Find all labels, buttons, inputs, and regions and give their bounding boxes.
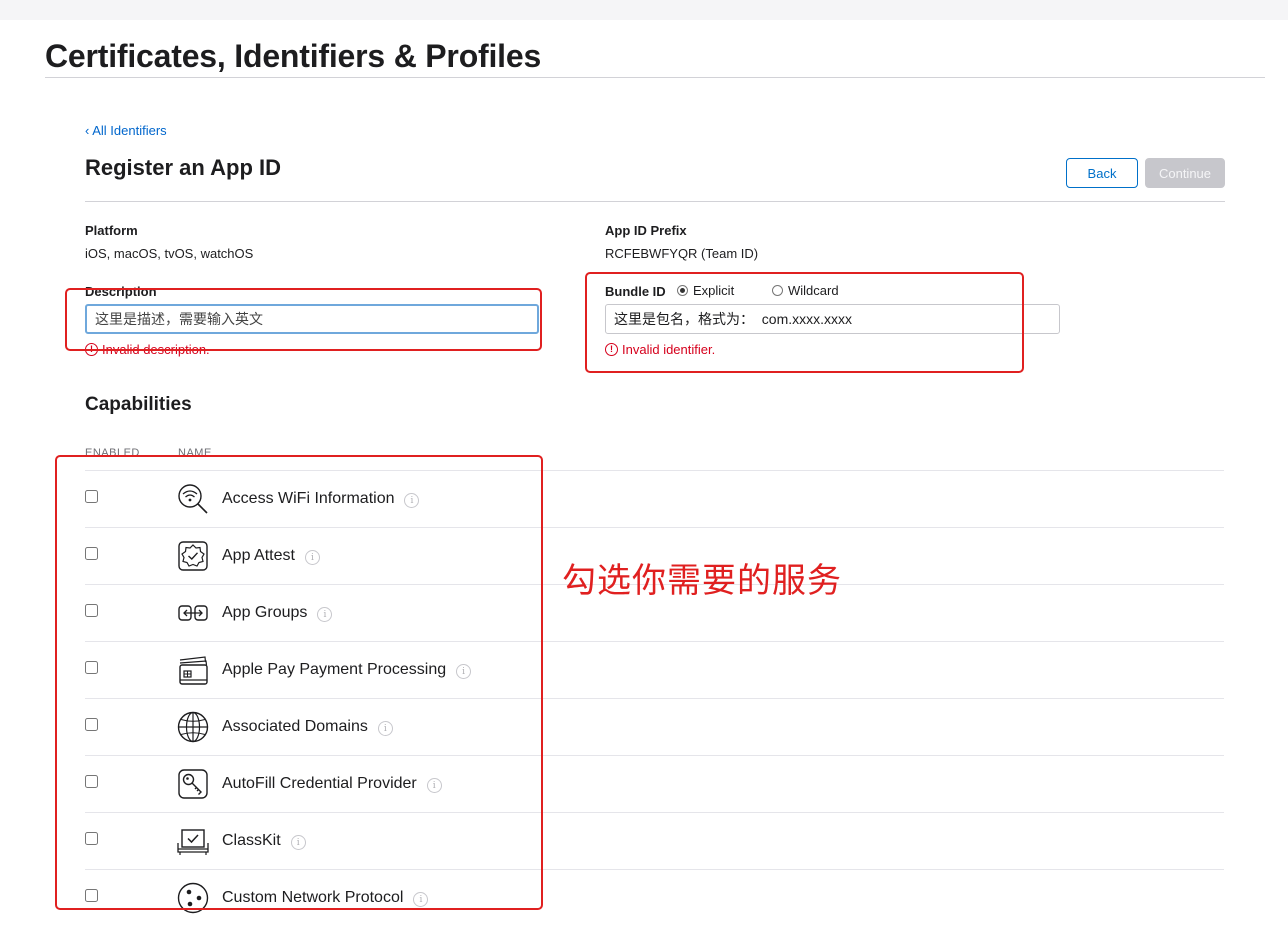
info-icon[interactable]: i (404, 493, 420, 508)
description-label: Description (85, 284, 157, 299)
radio-explicit-button[interactable] (677, 285, 688, 296)
platform-label: Platform (85, 223, 138, 238)
description-error: ! Invalid description. (85, 342, 210, 357)
capability-row: Associated Domains i (85, 698, 1224, 756)
description-error-text: Invalid description. (102, 342, 210, 357)
capability-checkbox[interactable] (85, 889, 98, 902)
info-icon[interactable]: i (317, 607, 333, 622)
badge-check-icon (178, 541, 208, 571)
network-dots-icon (177, 882, 209, 914)
title-divider (45, 77, 1265, 78)
bundle-id-input[interactable] (605, 304, 1060, 334)
all-identifiers-link[interactable]: ‹ All Identifiers (85, 123, 167, 138)
capability-checkbox[interactable] (85, 604, 98, 617)
column-header-enabled: ENABLED (85, 447, 140, 459)
error-icon: ! (85, 343, 98, 356)
bundle-id-error-text: Invalid identifier. (622, 342, 716, 357)
info-icon[interactable]: i (304, 550, 320, 565)
radio-explicit-label: Explicit (693, 283, 735, 298)
capability-name: Access WiFi Information i (222, 490, 420, 508)
capability-name: Custom Network Protocol i (222, 889, 429, 907)
bundle-id-error: ! Invalid identifier. (605, 342, 715, 357)
radio-wildcard[interactable]: Wildcard (772, 283, 839, 298)
error-icon: ! (605, 343, 618, 356)
capability-name: AutoFill Credential Provider i (222, 775, 442, 793)
back-button[interactable]: Back (1066, 158, 1138, 188)
capability-row: Custom Network Protocol i (85, 869, 1224, 927)
description-input[interactable] (85, 304, 539, 334)
capability-name: App Groups i (222, 604, 333, 622)
capability-checkbox[interactable] (85, 547, 98, 560)
bundle-id-label: Bundle ID (605, 284, 666, 299)
top-nav-bar (0, 0, 1288, 20)
classkit-icon (177, 829, 209, 855)
capability-name: Associated Domains i (222, 718, 393, 736)
globe-icon (177, 711, 209, 743)
capability-checkbox[interactable] (85, 832, 98, 845)
capability-name: App Attest i (222, 547, 320, 565)
capability-checkbox[interactable] (85, 718, 98, 731)
info-icon[interactable]: i (413, 892, 429, 907)
info-icon[interactable]: i (426, 778, 442, 793)
capability-name: Apple Pay Payment Processing i (222, 661, 472, 679)
platform-value: iOS, macOS, tvOS, watchOS (85, 246, 254, 261)
app-id-prefix-label: App ID Prefix (605, 223, 687, 238)
capability-checkbox[interactable] (85, 490, 98, 503)
page-title: Certificates, Identifiers & Profiles (45, 38, 542, 74)
capability-row: Apple Pay Payment Processing i (85, 641, 1224, 699)
info-icon[interactable]: i (456, 664, 472, 679)
wifi-search-icon (178, 484, 208, 514)
capability-row: AutoFill Credential Provider i (85, 755, 1224, 813)
section-divider (85, 201, 1225, 202)
radio-wildcard-label: Wildcard (788, 283, 839, 298)
section-title: Register an App ID (85, 155, 281, 180)
capability-row: Access WiFi Information i (85, 470, 1224, 528)
radio-explicit[interactable]: Explicit (677, 283, 734, 298)
capability-name: ClassKit i (222, 832, 306, 850)
annotation-note: 勾选你需要的服务 (562, 561, 842, 601)
radio-wildcard-button[interactable] (772, 285, 783, 296)
wallet-cards-icon (179, 656, 208, 685)
key-icon (178, 769, 208, 799)
capability-row: ClassKit i (85, 812, 1224, 870)
column-header-name: NAME (178, 447, 212, 459)
continue-button[interactable]: Continue (1145, 158, 1225, 188)
app-id-prefix-value: RCFEBWFYQR (Team ID) (605, 246, 759, 261)
info-icon[interactable]: i (377, 721, 393, 736)
capabilities-title: Capabilities (85, 394, 192, 415)
app-groups-icon (178, 605, 208, 621)
info-icon[interactable]: i (290, 835, 306, 850)
capability-checkbox[interactable] (85, 775, 98, 788)
capability-checkbox[interactable] (85, 661, 98, 674)
